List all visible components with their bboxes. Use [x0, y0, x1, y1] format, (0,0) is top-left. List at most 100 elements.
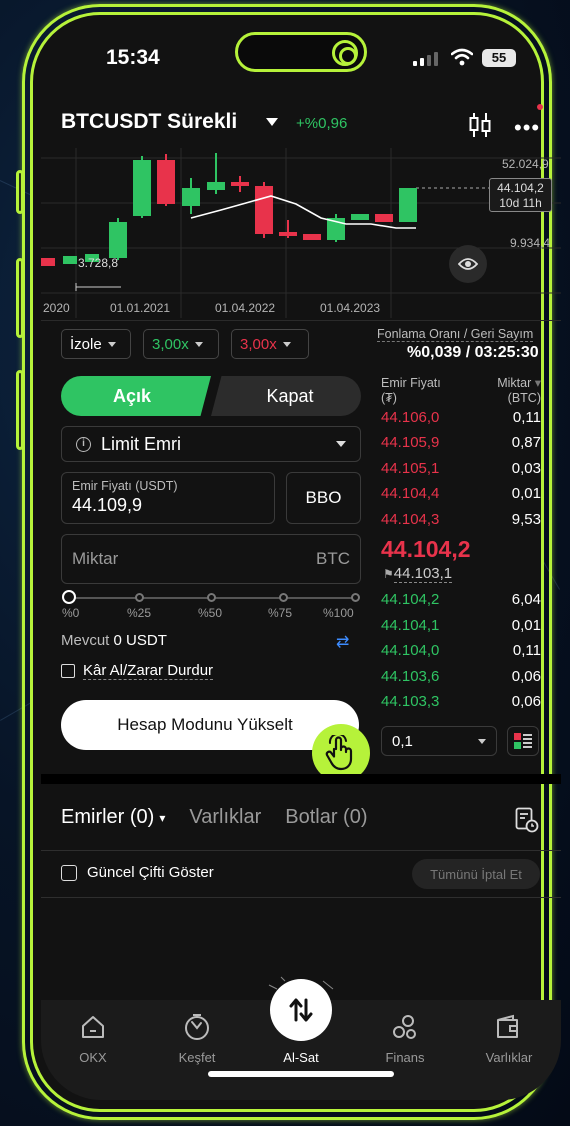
wifi-icon — [451, 48, 473, 66]
amount-slider[interactable] — [67, 593, 360, 602]
close-tab[interactable]: Kapat — [211, 376, 361, 416]
ask-price: 44.106,0 — [381, 409, 440, 426]
orderbook-qty-header[interactable]: Miktar ▾ (BTC) — [480, 376, 541, 406]
more-menu-icon[interactable]: ••• — [514, 115, 540, 141]
ask-price: 44.105,9 — [381, 434, 440, 451]
slider-pct-label: %50 — [198, 606, 223, 620]
candlestick-chart-icon[interactable] — [469, 112, 491, 138]
leverage-long-select[interactable]: 3,00x — [143, 329, 219, 359]
bid-row[interactable]: 44.104,2 6,04 — [381, 591, 541, 616]
ask-row[interactable]: 44.104,3 9,53 — [381, 511, 541, 536]
eye-icon[interactable] — [449, 245, 487, 283]
order-price-value: 44.109,9 — [72, 495, 143, 515]
nav-item-finance[interactable]: Finans — [353, 1010, 457, 1065]
section-divider — [41, 774, 561, 784]
depth-precision-select[interactable]: 0,1 — [381, 726, 497, 756]
bid-row[interactable]: 44.104,1 0,01 — [381, 617, 541, 642]
transfer-icon[interactable]: ⇄ — [336, 632, 349, 652]
nav-item-trade[interactable]: Al-Sat — [249, 1010, 353, 1065]
bid-qty: 0,06 — [511, 668, 541, 685]
quantity-unit: BTC — [316, 549, 350, 568]
ask-row[interactable]: 44.105,9 0,87 — [381, 434, 541, 459]
bid-qty: 6,04 — [511, 591, 541, 608]
last-price: 44.104,2 — [381, 536, 471, 562]
margin-mode-select[interactable]: İzole — [61, 329, 131, 359]
status-time: 15:34 — [106, 46, 160, 69]
order-price-input[interactable]: Emir Fiyatı (USDT) 44.109,9 — [61, 472, 275, 524]
funding-rate-value: %0,039 / 03:25:30 — [407, 344, 539, 361]
funding-rate-label[interactable]: Fonlama Oranı / Geri Sayım — [377, 327, 534, 342]
slider-step[interactable] — [135, 593, 144, 602]
open-tab[interactable]: Açık — [61, 376, 211, 416]
ask-row[interactable]: 44.104,4 0,01 — [381, 485, 541, 510]
wallet-icon — [497, 1014, 518, 1038]
signal-icon — [413, 52, 438, 66]
bid-row[interactable]: 44.103,3 0,06 — [381, 693, 541, 718]
quantity-input[interactable]: Miktar BTC — [61, 534, 361, 584]
bid-row[interactable]: 44.104,0 0,11 — [381, 642, 541, 667]
chevron-down-icon — [194, 341, 203, 347]
bid-price: 44.104,2 — [381, 591, 440, 608]
pair-title[interactable]: BTCUSDT Sürekli — [61, 110, 237, 134]
candlestick-chart[interactable] — [41, 148, 561, 318]
nav-item-label: Al-Sat — [283, 1050, 319, 1065]
leverage-short-select[interactable]: 3,00x — [231, 329, 309, 359]
ask-qty: 0,11 — [512, 409, 541, 426]
discover-icon — [185, 1014, 209, 1040]
slider-step[interactable] — [207, 593, 216, 602]
tab-bots[interactable]: Botlar (0) — [285, 806, 367, 829]
slider-pct-label: %100 — [323, 606, 354, 620]
nav-item-okx[interactable]: OKX — [41, 1010, 145, 1065]
ask-price: 44.104,3 — [381, 511, 440, 528]
home-indicator — [208, 1071, 394, 1077]
ask-row[interactable]: 44.105,1 0,03 — [381, 460, 541, 485]
tp-sl-label: Kâr Al/Zarar Durdur — [83, 662, 214, 680]
bid-price: 44.104,0 — [381, 642, 440, 659]
app-screen: 15:34 55 BTCUSDT Sürekli +%0,96 ••• 52.0… — [41, 20, 561, 1100]
nav-item-assets[interactable]: Varlıklar — [457, 1010, 561, 1065]
slider-step[interactable] — [351, 593, 360, 602]
bbo-button[interactable]: BBO — [286, 472, 361, 524]
chevron-down-icon — [336, 441, 346, 447]
slider-handle[interactable] — [62, 590, 76, 604]
cancel-all-button[interactable]: Tümünü İptal Et — [412, 859, 540, 889]
tab-assets[interactable]: Varlıklar — [189, 806, 261, 829]
orderbook-qty-unit: (BTC) — [507, 391, 541, 405]
flag-icon: ⚑ — [383, 567, 394, 581]
orderbook-price-header: Emir Fiyatı (₮) — [381, 376, 441, 406]
show-current-pair-checkbox[interactable]: Güncel Çifti Göster — [61, 864, 214, 881]
available-value: 0 USDT — [113, 632, 167, 649]
tp-sl-checkbox[interactable]: Kâr Al/Zarar Durdur — [61, 662, 214, 680]
bid-price: 44.104,1 — [381, 617, 440, 634]
info-icon[interactable]: i — [76, 436, 91, 452]
ask-qty: 0,87 — [511, 434, 541, 451]
chart-price-high: 52.024,9 — [502, 157, 549, 171]
chart-divider — [41, 320, 561, 321]
bid-price: 44.103,6 — [381, 668, 440, 685]
home-icon — [82, 1016, 104, 1038]
slider-step[interactable] — [279, 593, 288, 602]
chevron-down-icon: ▾ — [159, 810, 166, 825]
tab-orders[interactable]: Emirler (0) ▾ — [61, 806, 165, 829]
margin-mode-label: İzole — [70, 335, 102, 353]
orderbook-layout-icon[interactable] — [507, 726, 539, 756]
orders-tabs: Emirler (0) ▾ Varlıklar Botlar (0) — [61, 806, 368, 829]
checkbox-icon[interactable] — [61, 664, 75, 678]
chevron-down-icon — [107, 341, 116, 347]
order-type-select[interactable]: i Limit Emri — [61, 426, 361, 462]
finance-icon — [393, 1015, 416, 1039]
order-history-icon[interactable] — [515, 807, 539, 833]
checkbox-icon[interactable] — [61, 864, 77, 881]
chevron-down-icon — [282, 341, 291, 347]
chevron-down-icon[interactable] — [266, 118, 278, 126]
current-price-tag: 44.104,2 10d 11h — [489, 178, 552, 212]
order-price-label: Emir Fiyatı (USDT) — [72, 479, 178, 493]
bid-row[interactable]: 44.103,6 0,06 — [381, 668, 541, 693]
available-label: Mevcut — [61, 632, 110, 649]
nav-item-discover[interactable]: Keşfet — [145, 1010, 249, 1065]
nav-item-label: Finans — [385, 1050, 425, 1065]
current-price-tag-countdown: 10d 11h — [499, 196, 542, 210]
bid-qty: 0,06 — [511, 693, 541, 710]
chart-x-label: 01.04.2022 — [215, 301, 276, 315]
ask-row[interactable]: 44.106,0 0,11 — [381, 409, 541, 434]
